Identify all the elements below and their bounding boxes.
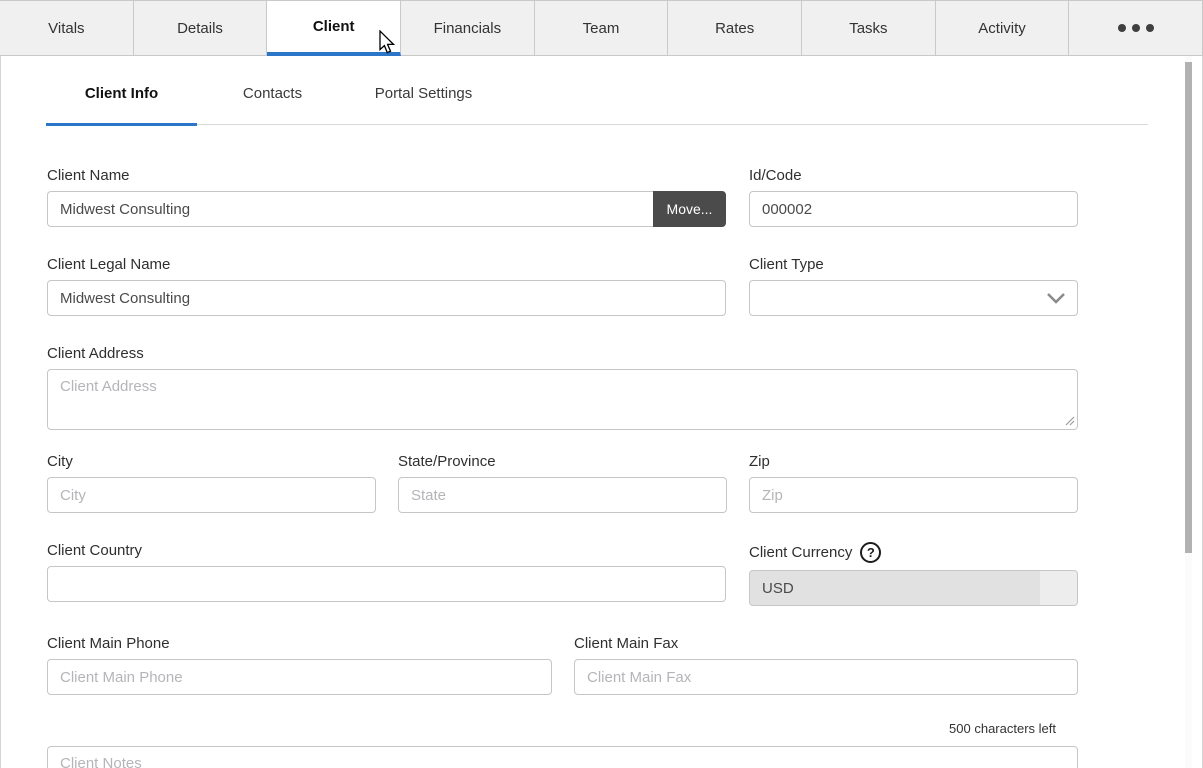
client-main-fax-label: Client Main Fax xyxy=(574,635,1078,652)
zip-label: Zip xyxy=(749,453,1078,470)
client-address-textarea[interactable] xyxy=(47,369,1078,430)
chevron-down-icon xyxy=(1046,292,1066,304)
tab-overflow[interactable] xyxy=(1069,1,1203,56)
client-type-label: Client Type xyxy=(749,256,1078,273)
zip-input[interactable] xyxy=(749,477,1078,513)
client-main-fax-field-group: Client Main Fax xyxy=(574,635,1078,695)
id-code-field-group: Id/Code xyxy=(749,167,1078,227)
client-name-input[interactable] xyxy=(47,191,653,227)
client-type-select[interactable] xyxy=(749,280,1078,316)
client-screen: Vitals Details Client Financials Team Ra… xyxy=(0,0,1203,768)
subtab-client-info[interactable]: Client Info xyxy=(46,56,197,126)
subtab-contacts[interactable]: Contacts xyxy=(197,56,348,124)
client-name-label: Client Name xyxy=(47,167,726,184)
client-currency-label: Client Currency xyxy=(749,544,852,561)
client-main-phone-input[interactable] xyxy=(47,659,552,695)
client-type-field-group: Client Type xyxy=(749,256,1078,316)
id-code-input[interactable] xyxy=(749,191,1078,227)
characters-left-counter: 500 characters left xyxy=(47,721,1078,736)
client-legal-name-input[interactable] xyxy=(47,280,726,316)
client-legal-name-label: Client Legal Name xyxy=(47,256,726,273)
tab-activity[interactable]: Activity xyxy=(936,1,1070,56)
tab-rates[interactable]: Rates xyxy=(668,1,802,56)
city-input[interactable] xyxy=(47,477,376,513)
tab-details[interactable]: Details xyxy=(134,1,268,56)
tab-client[interactable]: Client xyxy=(267,1,401,56)
client-country-field-group: Client Country xyxy=(47,542,726,606)
state-province-input[interactable] xyxy=(398,477,727,513)
client-country-input[interactable] xyxy=(47,566,726,602)
id-code-label: Id/Code xyxy=(749,167,1078,184)
question-mark-icon[interactable]: ? xyxy=(860,542,881,563)
client-currency-field-group: Client Currency ? USD xyxy=(749,542,1078,606)
client-main-phone-field-group: Client Main Phone xyxy=(47,635,552,695)
client-main-phone-label: Client Main Phone xyxy=(47,635,552,652)
move-button[interactable]: Move... xyxy=(653,191,726,227)
client-address-field-group: Client Address xyxy=(47,345,1078,430)
tab-financials[interactable]: Financials xyxy=(401,1,535,56)
state-province-field-group: State/Province xyxy=(398,453,727,513)
client-currency-value: USD xyxy=(762,580,794,597)
city-label: City xyxy=(47,453,376,470)
state-province-label: State/Province xyxy=(398,453,727,470)
scrollbar-thumb[interactable] xyxy=(1185,62,1192,553)
client-panel: Client Info Contacts Portal Settings Cli… xyxy=(0,56,1203,768)
scrollbar-track[interactable] xyxy=(1185,56,1192,768)
tab-tasks[interactable]: Tasks xyxy=(802,1,936,56)
main-tab-bar: Vitals Details Client Financials Team Ra… xyxy=(0,0,1203,56)
client-country-label: Client Country xyxy=(47,542,726,559)
zip-field-group: Zip xyxy=(749,453,1078,513)
ellipsis-icon xyxy=(1118,24,1154,32)
tab-vitals[interactable]: Vitals xyxy=(0,1,134,56)
tab-team[interactable]: Team xyxy=(535,1,669,56)
client-info-form: Client Name Move... Id/Code Client Legal… xyxy=(47,167,1078,768)
client-main-fax-input[interactable] xyxy=(574,659,1078,695)
client-name-field-group: Client Name Move... xyxy=(47,167,726,227)
client-address-label: Client Address xyxy=(47,345,1078,362)
sub-tab-bar: Client Info Contacts Portal Settings xyxy=(46,56,1148,125)
client-currency-input-disabled: USD xyxy=(749,570,1078,606)
client-legal-name-field-group: Client Legal Name xyxy=(47,256,726,316)
client-notes-textarea[interactable] xyxy=(47,746,1078,768)
city-field-group: City xyxy=(47,453,376,513)
subtab-portal-settings[interactable]: Portal Settings xyxy=(348,56,499,124)
